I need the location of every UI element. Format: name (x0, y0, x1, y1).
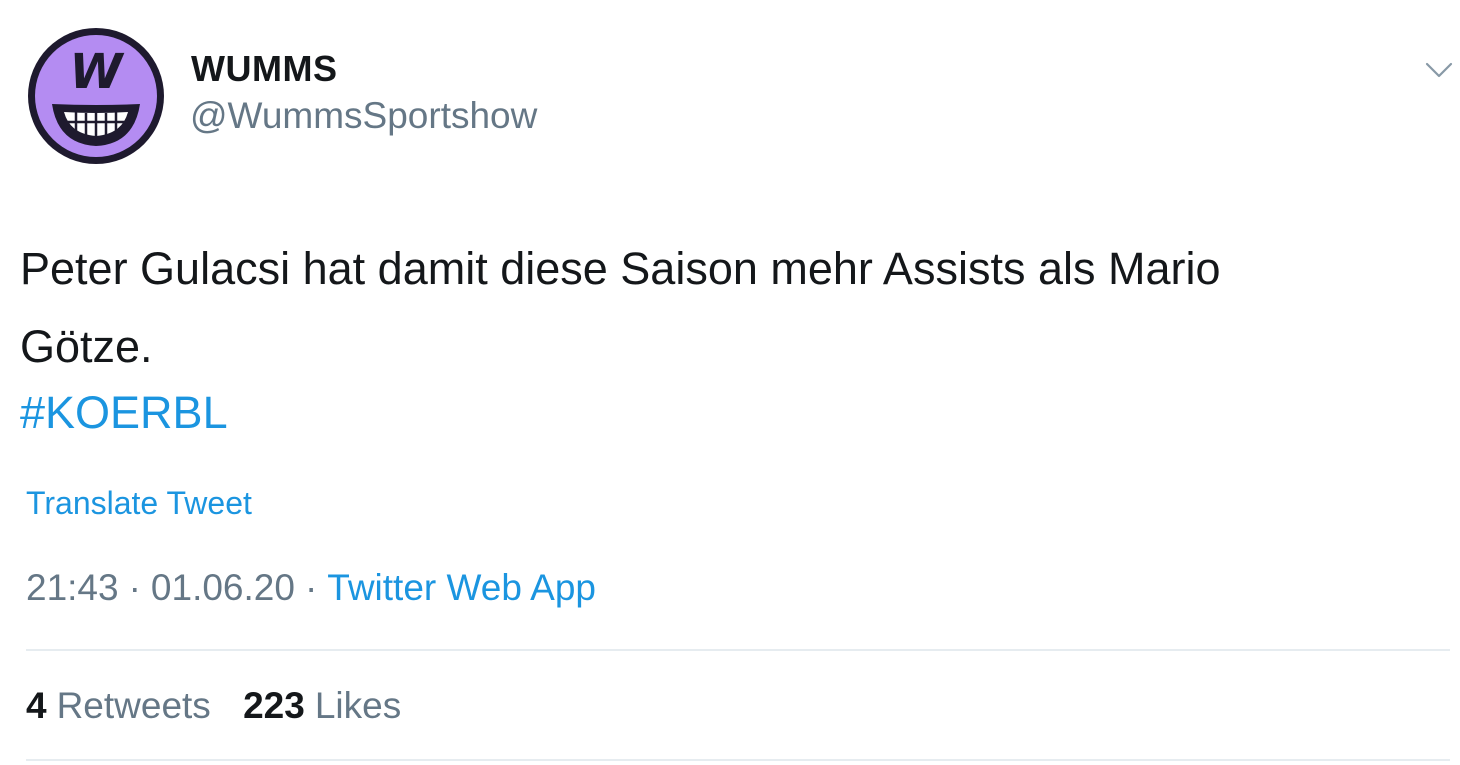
user-handle[interactable]: @WummsSportshow (190, 95, 537, 137)
meta-separator: · (128, 567, 141, 608)
tweet-source-link[interactable]: Twitter Web App (327, 567, 596, 608)
divider (26, 649, 1450, 651)
retweets-stat[interactable]: 4 Retweets (26, 685, 211, 726)
likes-label: Likes (314, 685, 402, 726)
likes-count: 223 (243, 685, 305, 726)
tweet-text: Peter Gulacsi hat damit diese Saison meh… (20, 230, 1440, 386)
likes-stat[interactable]: 223 Likes (243, 685, 401, 726)
tweet-time[interactable]: 21:43 (26, 567, 119, 608)
retweets-count: 4 (26, 685, 47, 726)
chevron-down-icon[interactable] (1424, 58, 1454, 82)
tweet-text-line: Peter Gulacsi hat damit diese Saison meh… (20, 243, 1221, 294)
avatar[interactable]: W (26, 26, 166, 166)
tweet-meta: 21:43 · 01.06.20 · Twitter Web App (26, 567, 596, 609)
tweet-text-line: Götze. (20, 321, 153, 372)
display-name[interactable]: WUMMS (191, 48, 337, 90)
tweet-stats: 4 Retweets 223 Likes (26, 685, 423, 727)
translate-tweet-link[interactable]: Translate Tweet (26, 485, 252, 522)
meta-separator: · (304, 567, 318, 608)
divider (26, 759, 1450, 761)
retweets-label: Retweets (56, 685, 211, 726)
avatar-letter: W (70, 44, 125, 100)
tweet-date[interactable]: 01.06.20 (151, 567, 295, 608)
hashtag-link[interactable]: #KOERBL (20, 383, 228, 443)
